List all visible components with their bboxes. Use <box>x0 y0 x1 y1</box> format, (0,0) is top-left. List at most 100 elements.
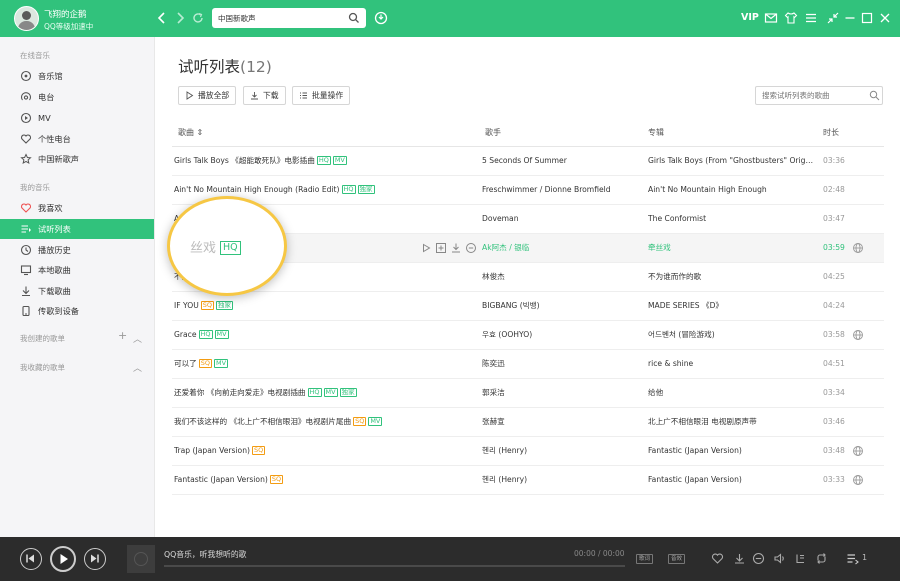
column-header-album[interactable]: 专辑 <box>648 127 664 138</box>
album-cell[interactable]: 不为谁而作的歌 <box>648 263 814 291</box>
song-title[interactable]: Fantastic (Japan Version) <box>174 475 268 484</box>
column-header-song[interactable]: 歌曲 ⇕ <box>178 127 203 138</box>
forward-icon[interactable] <box>173 11 187 25</box>
like-icon[interactable] <box>711 552 724 565</box>
singer-cell[interactable]: 张赫宣 <box>482 408 642 436</box>
singer-cell[interactable]: Ak阿杰 / 银临 <box>482 234 642 262</box>
sidebar-item-mv[interactable]: MV <box>0 108 154 128</box>
singer-cell[interactable]: 헨리 (Henry) <box>482 437 642 465</box>
loop-icon[interactable] <box>815 552 828 565</box>
singer-cell[interactable]: 郭采洁 <box>482 379 642 407</box>
quality-tag[interactable]: MV <box>368 416 383 426</box>
album-cell[interactable]: MADE SERIES 《D》 <box>648 292 814 320</box>
song-title-cell[interactable]: Girls Talk Boys 《超能敢死队》电影插曲 HQ MV <box>174 147 474 175</box>
singer-cell[interactable]: Doveman <box>482 205 642 233</box>
singer-cell[interactable]: 헨리 (Henry) <box>482 466 642 494</box>
download-icon[interactable] <box>733 552 746 565</box>
refresh-icon[interactable] <box>191 11 205 25</box>
user-status[interactable]: QQ等级加速中 <box>44 21 93 32</box>
lyrics-panel-icon[interactable] <box>794 552 807 565</box>
table-row[interactable]: IF YOU SQ 独家 BIGBANG (빅뱅) MADE SERIES 《D》 04:… <box>172 292 884 321</box>
avatar[interactable] <box>14 6 39 31</box>
more-icon[interactable] <box>752 552 765 565</box>
sidebar-item-transfer-device[interactable]: 传歌到设备 <box>0 301 154 321</box>
quality-tag[interactable]: MV <box>323 387 338 397</box>
table-row[interactable]: Ain't No Mountain High Enough (Radio Edi… <box>172 176 884 205</box>
album-cell[interactable]: 北上广不相信眼泪 电视剧原声带 <box>648 408 814 436</box>
song-title-cell[interactable]: Grace HQ MV <box>174 321 474 349</box>
sidebar-item-personal-radio[interactable]: 个性电台 <box>0 129 154 149</box>
play-button[interactable] <box>50 546 76 572</box>
sidebar-item-history[interactable]: 播放历史 <box>0 240 154 260</box>
song-title[interactable]: 可以了 <box>174 359 197 368</box>
search-icon[interactable] <box>869 90 880 101</box>
play-all-button[interactable]: 播放全部 <box>178 86 237 105</box>
song-title[interactable]: Trap (Japan Version) <box>174 446 250 455</box>
globe-icon[interactable] <box>852 242 864 254</box>
quality-tag[interactable]: MV <box>214 358 229 368</box>
singer-cell[interactable]: 우효 (OOHYO) <box>482 321 642 349</box>
batch-operation-button[interactable]: 批量操作 <box>292 86 351 105</box>
sidebar-item-music-hall[interactable]: 音乐馆 <box>0 66 154 86</box>
download-icon[interactable] <box>450 242 462 254</box>
song-title-cell[interactable]: Trap (Japan Version) SQ <box>174 437 474 465</box>
singer-cell[interactable]: 林俊杰 <box>482 263 642 291</box>
song-title[interactable]: Girls Talk Boys 《超能敢死队》电影插曲 <box>174 156 315 165</box>
previous-button[interactable] <box>20 548 42 570</box>
singer-cell[interactable]: 5 Seconds Of Summer <box>482 147 642 175</box>
song-title[interactable]: Grace <box>174 330 197 339</box>
table-row[interactable]: Fantastic (Japan Version) SQ 헨리 (Henry) Fan… <box>172 466 884 495</box>
back-icon[interactable] <box>155 11 169 25</box>
collapse-collected-icon[interactable]: ︿ <box>133 361 142 374</box>
album-cell[interactable]: 牵丝戏 <box>648 234 814 262</box>
globe-icon[interactable] <box>852 474 864 486</box>
song-title-cell[interactable]: IF YOU SQ 独家 <box>174 292 474 320</box>
song-title[interactable]: 我们不该这样的 《北上广不相信眼泪》电视剧片尾曲 <box>174 417 351 426</box>
album-cell[interactable]: Fantastic (Japan Version) <box>648 466 814 494</box>
next-button[interactable] <box>84 548 106 570</box>
more-icon[interactable] <box>465 242 477 254</box>
song-title-cell[interactable]: 我们不该这样的 《北上广不相信眼泪》电视剧片尾曲 SQ MV <box>174 408 474 436</box>
table-row[interactable]: 我们不该这样的 《北上广不相信眼泪》电视剧片尾曲 SQ MV 张赫宣 北上广不相信眼泪 … <box>172 408 884 437</box>
column-header-singer[interactable]: 歌手 <box>485 127 501 138</box>
sidebar-item-trial-list[interactable]: 试听列表 <box>0 219 154 239</box>
album-cell[interactable]: rice & shine <box>648 350 814 378</box>
table-row[interactable]: 可以了 SQ MV 陈奕迅 rice & shine 04:51 <box>172 350 884 379</box>
play-icon[interactable] <box>420 242 432 254</box>
volume-icon[interactable] <box>773 552 786 565</box>
maximize-icon[interactable] <box>860 11 874 25</box>
mini-mode-icon[interactable] <box>826 11 840 25</box>
search-input[interactable] <box>212 8 366 28</box>
table-row[interactable]: Girls Talk Boys 《超能敢死队》电影插曲 HQ MV 5 Seconds… <box>172 147 884 176</box>
sound-effect-button[interactable]: 音效 <box>668 554 686 564</box>
song-title[interactable]: IF YOU <box>174 301 199 310</box>
mail-icon[interactable] <box>764 11 778 25</box>
close-icon[interactable] <box>878 11 892 25</box>
column-header-duration[interactable]: 时长 <box>823 127 839 138</box>
progress-bar[interactable] <box>164 565 625 567</box>
table-row[interactable]: Grace HQ MV 우효 (OOHYO) 어드벤처 (冒险游戏) 03:58 <box>172 321 884 350</box>
album-cell[interactable]: 给他 <box>648 379 814 407</box>
globe-icon[interactable] <box>852 445 864 457</box>
album-cell[interactable]: The Conformist <box>648 205 814 233</box>
singer-cell[interactable]: Freschwimmer / Dionne Bromfield <box>482 176 642 204</box>
sidebar-item-downloads[interactable]: 下载歌曲 <box>0 281 154 301</box>
created-playlists-section[interactable]: 我创建的歌单 <box>20 333 65 344</box>
song-title-cell[interactable]: 可以了 SQ MV <box>174 350 474 378</box>
sidebar-item-local[interactable]: 本地歌曲 <box>0 260 154 280</box>
song-title[interactable]: Ain't No Mountain High Enough (Radio Edi… <box>174 185 340 194</box>
collapse-created-icon[interactable]: ︿ <box>133 332 142 345</box>
singer-cell[interactable]: BIGBANG (빅뱅) <box>482 292 642 320</box>
search-icon[interactable] <box>348 12 360 24</box>
download-button[interactable]: 下载 <box>243 86 286 105</box>
add-playlist-button[interactable]: + <box>118 329 127 342</box>
album-cover[interactable] <box>127 545 155 573</box>
sidebar-item-radio[interactable]: 电台 <box>0 87 154 107</box>
table-row[interactable]: Trap (Japan Version) SQ 헨리 (Henry) Fantasti… <box>172 437 884 466</box>
lyrics-button[interactable]: 歌词 <box>636 554 654 564</box>
sidebar-item-favorites[interactable]: 我喜欢 <box>0 198 154 218</box>
username[interactable]: 飞翔的企鹅 <box>44 8 87 20</box>
album-cell[interactable]: 어드벤처 (冒险游戏) <box>648 321 814 349</box>
add-icon[interactable] <box>435 242 447 254</box>
table-row[interactable]: 还爱着你 《向前走向爱走》电视剧插曲 HQ MV 独家 郭采洁 给他 03:34 <box>172 379 884 408</box>
